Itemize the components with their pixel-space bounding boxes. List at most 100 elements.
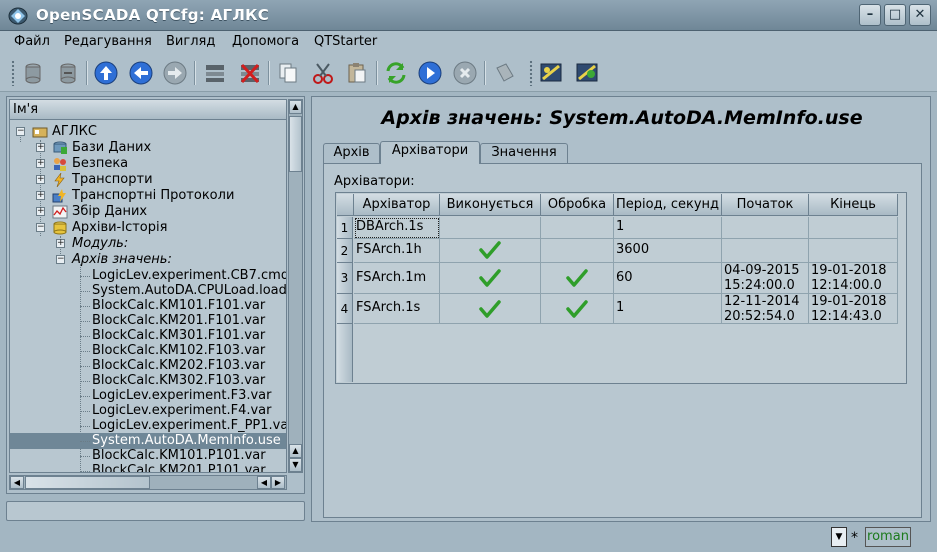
tree-item-archive[interactable]: BlockCalc.KM102.F103.var [10, 343, 286, 359]
column-header-running[interactable]: Виконується [440, 194, 541, 216]
vision-runtime-icon[interactable] [538, 60, 564, 86]
cell-running[interactable] [440, 263, 541, 294]
user-badge[interactable]: roman [865, 527, 911, 547]
cell-archiver[interactable]: FSArch.1h [354, 239, 440, 263]
expand-icon[interactable]: + [36, 143, 45, 152]
tree-item-archive[interactable]: LogicLev.experiment.F4.var [10, 403, 286, 419]
tree-item-archive[interactable]: BlockCalc.KM101.P101.var [10, 448, 286, 464]
expand-icon[interactable]: + [36, 207, 45, 216]
row-header[interactable]: 3 [337, 263, 353, 294]
cell-start[interactable]: 04-09-2015 15:24:00.0 [722, 263, 809, 294]
toolbar-grip[interactable] [529, 60, 533, 86]
expand-icon[interactable]: + [36, 159, 45, 168]
cell-running[interactable] [440, 217, 541, 239]
scroll-thumb[interactable] [25, 476, 150, 489]
cell-processing[interactable] [541, 263, 614, 294]
tree-item-transport-protocols[interactable]: + Транспортні Протоколи [10, 188, 286, 204]
collapse-icon[interactable]: − [16, 127, 25, 136]
cell-start[interactable] [722, 217, 809, 239]
collapse-icon[interactable]: − [36, 223, 45, 232]
column-header-archiver[interactable]: Архіватор [354, 194, 440, 216]
scroll-right-icon[interactable]: ▶ [271, 476, 285, 489]
cell-period[interactable]: 60 [614, 263, 722, 294]
menu-edit[interactable]: Редагування [64, 34, 152, 49]
scroll-thumb[interactable] [289, 116, 302, 172]
delete-item-icon[interactable] [237, 60, 263, 86]
tree-item-archive[interactable]: LogicLev.experiment.F_PP1.var [10, 418, 286, 434]
cell-archiver[interactable]: DBArch.1s [354, 217, 440, 239]
cell-running[interactable] [440, 294, 541, 324]
cell-end[interactable] [809, 217, 898, 239]
tree-item-data-acquisition[interactable]: + Збір Даних [10, 204, 286, 220]
db-load-icon[interactable] [20, 60, 46, 86]
cell-end[interactable]: 19-01-2018 12:14:00.0 [809, 263, 898, 294]
collapse-icon[interactable]: − [56, 255, 65, 264]
window-titlebar[interactable]: OpenSCADA QTCfg: АГЛКС – □ ✕ [0, 0, 937, 31]
arrow-up-icon[interactable] [93, 60, 119, 86]
scroll-left-icon[interactable]: ◀ [257, 476, 271, 489]
tree-item-archive[interactable]: BlockCalc.KM201.F101.var [10, 313, 286, 329]
cell-start[interactable] [722, 239, 809, 263]
minimize-button[interactable]: – [859, 4, 881, 26]
tree-horizontal-scrollbar[interactable]: ◀ ◀ ▶ [9, 475, 287, 490]
cut-icon[interactable] [310, 60, 336, 86]
scroll-down-icon[interactable]: ▼ [289, 458, 302, 472]
column-header-end[interactable]: Кінець [809, 194, 898, 216]
tab-archive[interactable]: Архів [323, 143, 380, 163]
tree-item-archive[interactable]: BlockCalc.KM302.F103.var [10, 373, 286, 389]
column-header-processing[interactable]: Обробка [541, 194, 614, 216]
row-header[interactable]: 1 [337, 217, 353, 239]
row-header[interactable]: 2 [337, 239, 353, 263]
arrow-back-icon[interactable] [128, 60, 154, 86]
cell-start[interactable]: 12-11-2014 20:52:54.0 [722, 294, 809, 324]
menu-file[interactable]: Файл [14, 34, 50, 49]
tree-item-archive[interactable]: LogicLev.experiment.F3.var [10, 388, 286, 404]
cell-processing[interactable] [541, 239, 614, 263]
tree-item-archive[interactable]: BlockCalc.KM202.F103.var [10, 358, 286, 374]
cell-end[interactable]: 19-01-2018 12:14:43.0 [809, 294, 898, 324]
tree-item-archives[interactable]: − Архіви-Історія [10, 220, 286, 236]
arrow-forward-icon[interactable] [162, 60, 188, 86]
cell-processing[interactable] [541, 217, 614, 239]
paste-icon[interactable] [344, 60, 370, 86]
tree-item-archive[interactable]: System.AutoDA.CPULoad.load [10, 283, 286, 299]
tree-item-archive[interactable]: BlockCalc.KM101.F101.var [10, 298, 286, 314]
expand-icon[interactable]: + [36, 191, 45, 200]
scroll-left-icon[interactable]: ◀ [10, 476, 24, 489]
tree-item-security[interactable]: + Безпека [10, 156, 286, 172]
tree-item-archive[interactable]: BlockCalc.KM301.F101.var [10, 328, 286, 344]
tree-item-archive[interactable]: LogicLev.experiment.CB7.cmd [10, 268, 286, 284]
maximize-button[interactable]: □ [884, 4, 906, 26]
cell-period[interactable]: 3600 [614, 239, 722, 263]
cell-end[interactable] [809, 239, 898, 263]
cell-period[interactable]: 1 [614, 294, 722, 324]
tab-values[interactable]: Значення [480, 143, 568, 163]
tree-item-archive-selected[interactable]: System.AutoDA.MemInfo.use [10, 433, 286, 449]
tab-archivers[interactable]: Архіватори [380, 141, 480, 164]
menu-help[interactable]: Допомога [232, 34, 299, 49]
object-tree[interactable]: Ім'я − АГЛКС + Бази Даних + Безпека + Тр… [9, 99, 287, 473]
cell-archiver[interactable]: FSArch.1m [354, 263, 440, 294]
tree-item-transports[interactable]: + Транспорти [10, 172, 286, 188]
scroll-up-icon[interactable]: ▲ [289, 100, 302, 114]
menu-qtstarter[interactable]: QTStarter [314, 34, 377, 49]
close-button[interactable]: ✕ [909, 4, 931, 26]
db-save-icon[interactable] [55, 60, 81, 86]
table-corner[interactable] [337, 194, 354, 216]
cell-period[interactable]: 1 [614, 217, 722, 239]
column-header-start[interactable]: Початок [722, 194, 809, 216]
scroll-up-icon[interactable]: ▲ [289, 444, 302, 458]
tree-item-aglks[interactable]: − АГЛКС [10, 124, 286, 140]
tree-item-module[interactable]: + Модуль: [10, 236, 286, 252]
menu-view[interactable]: Вигляд [166, 34, 215, 49]
language-dropdown[interactable]: ▼ [831, 527, 847, 547]
expand-icon[interactable]: + [36, 175, 45, 184]
toolbar-grip[interactable] [11, 60, 15, 86]
tree-item-databases[interactable]: + Бази Даних [10, 140, 286, 156]
refresh-icon[interactable] [383, 60, 409, 86]
start-icon[interactable] [417, 60, 443, 86]
tree-header[interactable]: Ім'я [10, 100, 286, 120]
add-item-icon[interactable] [202, 60, 228, 86]
cell-archiver[interactable]: FSArch.1s [354, 294, 440, 324]
vision-dev-icon[interactable] [574, 60, 600, 86]
